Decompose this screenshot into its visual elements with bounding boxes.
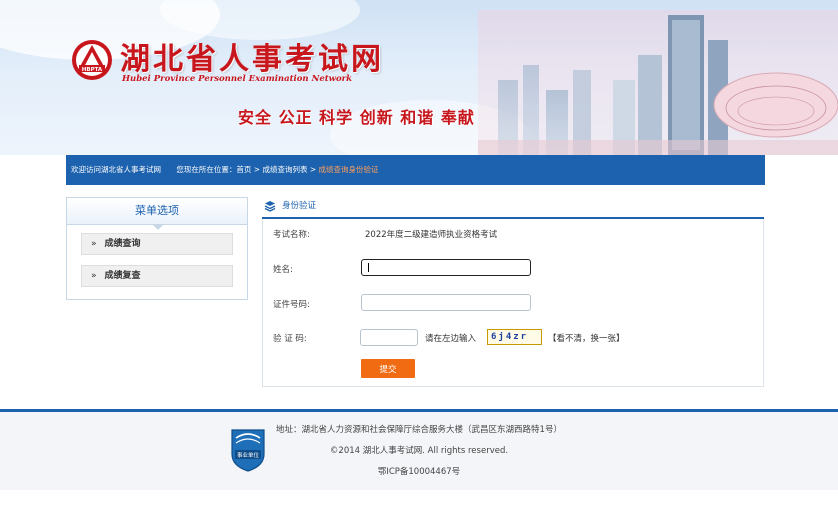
breadcrumb-home-link[interactable]: 首页 — [236, 165, 251, 174]
position-label: 您现在所在位置： — [176, 165, 237, 174]
footer-icp-link[interactable]: 鄂ICP备10004467号 — [0, 465, 838, 477]
exam-name-label: 考试名称: — [273, 230, 310, 240]
identity-form: 考试名称: 2022年度二级建造师执业资格考试 姓名: 证件号码: 验 证 码:… — [262, 219, 764, 387]
header-banner: HBPTA 湖北省人事考试网 Hubei Province Personnel … — [0, 0, 838, 155]
sidebar-item-label: 成绩复查 — [104, 271, 141, 281]
city-skyline-image — [478, 10, 838, 155]
sidebar-title: 菜单选项 — [67, 198, 247, 230]
id-number-label: 证件号码: — [273, 300, 310, 310]
id-number-input[interactable] — [361, 294, 531, 311]
submit-button[interactable]: 提交 — [361, 359, 415, 378]
site-title: 湖北省人事考试网 — [120, 42, 384, 77]
sidebar-item-label: 成绩查询 — [104, 239, 141, 249]
double-chevron-icon: » — [91, 239, 97, 249]
hbpta-logo-icon: HBPTA — [72, 40, 112, 80]
breadcrumb-separator: > — [251, 165, 263, 174]
captcha-label: 验 证 码: — [273, 334, 307, 344]
breadcrumb-bar: 欢迎访问湖北省人事考试网 您现在所在位置：首页 > 成绩查询列表 > 成绩查询身… — [66, 155, 765, 185]
name-input[interactable] — [361, 259, 531, 276]
exam-name-value: 2022年度二级建造师执业资格考试 — [365, 230, 498, 240]
breadcrumb-current: 成绩查询身份验证 — [318, 165, 379, 174]
panel-header: 身份验证 — [262, 197, 764, 219]
text-caret — [368, 263, 369, 272]
panel-title: 身份验证 — [282, 201, 317, 211]
slogan: 安全 公正 科学 创新 和谐 奉献 — [238, 108, 475, 127]
footer-address: 地址：湖北省人力资源和社会保障厅综合服务大楼（武昌区东湖西路特1号） — [276, 425, 562, 435]
breadcrumb-list-link[interactable]: 成绩查询列表 — [262, 165, 307, 174]
footer: 事业单位 地址：湖北省人力资源和社会保障厅综合服务大楼（武昌区东湖西路特1号） … — [0, 412, 838, 490]
sidebar-item-score-query[interactable]: » 成绩查询 — [81, 233, 233, 255]
sidebar-menu: 菜单选项 » 成绩查询 » 成绩复查 — [66, 197, 248, 300]
site-subtitle: Hubei Province Personnel Examination Net… — [122, 74, 353, 84]
name-label: 姓名: — [273, 265, 293, 275]
breadcrumb: 首页 > 成绩查询列表 > 成绩查询身份验证 — [236, 165, 378, 174]
svg-text:HBPTA: HBPTA — [82, 67, 103, 73]
captcha-hint: 请在左边输入 — [425, 334, 477, 344]
layers-icon — [264, 201, 276, 212]
captcha-image[interactable]: 6j4zr — [487, 329, 542, 345]
notch-decoration — [152, 224, 164, 230]
breadcrumb-separator: > — [307, 165, 319, 174]
captcha-input[interactable] — [360, 329, 418, 346]
captcha-refresh-link[interactable]: 【看不清，换一张】 — [548, 332, 625, 344]
sidebar-item-score-recheck[interactable]: » 成绩复查 — [81, 265, 233, 287]
welcome-text: 欢迎访问湖北省人事考试网 — [71, 165, 161, 174]
footer-copyright: ©2014 湖北人事考试网. All rights reserved. — [329, 446, 509, 456]
double-chevron-icon: » — [91, 271, 97, 281]
